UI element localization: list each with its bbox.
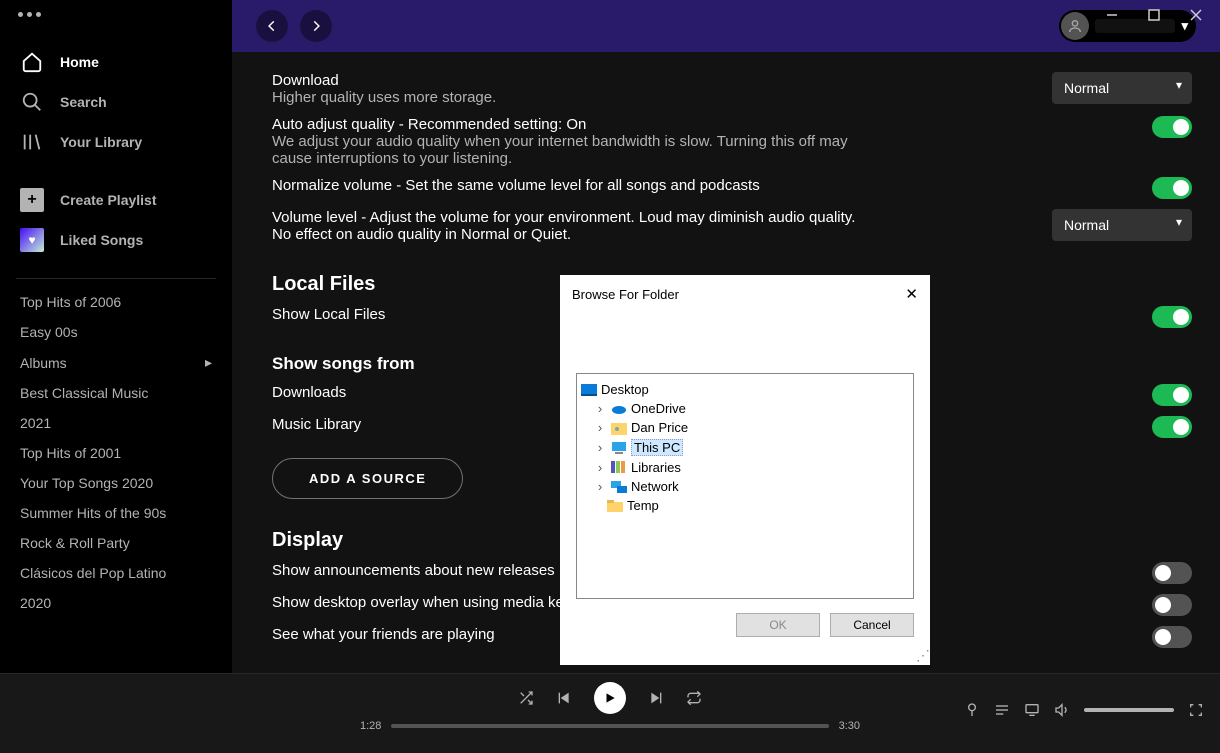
libraries-icon [611,461,627,475]
heart-icon: ♥ [20,228,44,252]
expand-icon[interactable]: › [593,479,607,494]
player-bar: 1:28 3:30 [0,673,1220,753]
network-icon [611,480,627,494]
tree-node[interactable]: Network [631,479,679,494]
nav-label: Your Library [60,134,142,150]
tree-node[interactable]: This PC [631,439,683,456]
library-icon [20,130,44,154]
tree-node[interactable]: Dan Price [631,420,688,435]
resize-grip[interactable]: ⋰ [916,651,928,663]
tree-node[interactable]: Desktop [601,382,649,397]
this-pc-icon [611,441,627,455]
playlist-list[interactable]: Top Hits of 2006 Easy 00s Albums▸ Best C… [0,287,232,673]
announcements-toggle[interactable] [1152,562,1192,584]
expand-icon[interactable]: › [593,440,607,455]
progress-bar[interactable] [391,724,828,728]
close-button[interactable] [1186,5,1206,25]
add-source-button[interactable]: ADD A SOURCE [272,458,463,499]
queue-button[interactable] [994,702,1010,718]
show-local-files-toggle[interactable] [1152,306,1192,328]
expand-icon[interactable]: › [593,420,607,435]
expand-icon[interactable]: › [593,460,607,475]
dialog-close-button[interactable]: ✕ [905,285,918,303]
tree-node[interactable]: OneDrive [631,401,686,416]
nav-home[interactable]: Home [8,42,224,82]
playlist-item[interactable]: Summer Hits of the 90s [8,498,224,528]
ok-button[interactable]: OK [736,613,820,637]
fullscreen-button[interactable] [1188,702,1204,718]
playlist-item[interactable]: Top Hits of 2001 [8,438,224,468]
time-duration: 3:30 [839,720,860,732]
sidebar: Home Search Your Library + Create Playli… [0,30,232,673]
dialog-title: Browse For Folder [572,287,679,302]
divider [16,278,216,279]
nav-label: Home [60,54,99,70]
minimize-button[interactable] [1102,5,1122,25]
normalize-volume-toggle[interactable] [1152,177,1192,199]
nav-create-playlist[interactable]: + Create Playlist [8,180,224,220]
play-button[interactable] [594,682,626,714]
home-icon [20,50,44,74]
downloads-toggle[interactable] [1152,384,1192,406]
playlist-item[interactable]: Rock & Roll Party [8,528,224,558]
folder-tree[interactable]: Desktop › OneDrive › Dan Price › This PC… [576,373,914,599]
plus-icon: + [20,188,44,212]
folder-icon [607,499,623,513]
download-quality-select[interactable]: Normal [1052,72,1192,104]
playlist-item[interactable]: 2021 [8,408,224,438]
tree-node[interactable]: Temp [627,498,659,513]
playlist-item[interactable]: Best Classical Music [8,378,224,408]
tree-node[interactable]: Libraries [631,460,681,475]
playlist-item[interactable]: Easy 00s [8,317,224,347]
shuffle-button[interactable] [518,690,534,706]
nav-label: Search [60,94,107,110]
playlist-item[interactable]: Your Top Songs 2020 [8,468,224,498]
volume-button[interactable] [1054,702,1070,718]
window-titlebar [0,0,1220,30]
volume-slider[interactable] [1084,708,1174,712]
desktop-icon [581,383,597,397]
onedrive-icon [611,402,627,416]
nav-label: Liked Songs [60,232,143,248]
auto-adjust-toggle[interactable] [1152,116,1192,138]
nav-liked-songs[interactable]: ♥ Liked Songs [8,220,224,260]
setting-title: Auto adjust quality - Recommended settin… [272,116,1122,133]
browse-folder-dialog: Browse For Folder ✕ Desktop › OneDrive ›… [560,275,930,665]
search-icon [20,90,44,114]
nav-label: Create Playlist [60,192,157,208]
music-library-toggle[interactable] [1152,416,1192,438]
setting-title: Normalize volume - Set the same volume l… [272,177,1122,194]
setting-sub: Higher quality uses more storage. [272,89,872,106]
chevron-right-icon: ▸ [205,354,212,371]
time-current: 1:28 [360,720,381,732]
playlist-item[interactable]: Clásicos del Pop Latino [8,558,224,588]
lyrics-button[interactable] [964,702,980,718]
playlist-item[interactable]: Top Hits of 2006 [8,287,224,317]
setting-title: Volume level - Adjust the volume for you… [272,209,872,243]
next-button[interactable] [648,690,664,706]
maximize-button[interactable] [1144,5,1164,25]
cancel-button[interactable]: Cancel [830,613,914,637]
expand-icon[interactable]: › [593,401,607,416]
desktop-overlay-toggle[interactable] [1152,594,1192,616]
user-folder-icon [611,421,627,435]
repeat-button[interactable] [686,690,702,706]
setting-sub: We adjust your audio quality when your i… [272,133,872,167]
nav-search[interactable]: Search [8,82,224,122]
volume-level-select[interactable]: Normal [1052,209,1192,241]
nav-library[interactable]: Your Library [8,122,224,162]
setting-title: Download [272,72,1022,89]
previous-button[interactable] [556,690,572,706]
playlist-item[interactable]: Albums▸ [8,347,224,378]
friends-activity-toggle[interactable] [1152,626,1192,648]
playlist-item[interactable]: 2020 [8,588,224,618]
devices-button[interactable] [1024,702,1040,718]
